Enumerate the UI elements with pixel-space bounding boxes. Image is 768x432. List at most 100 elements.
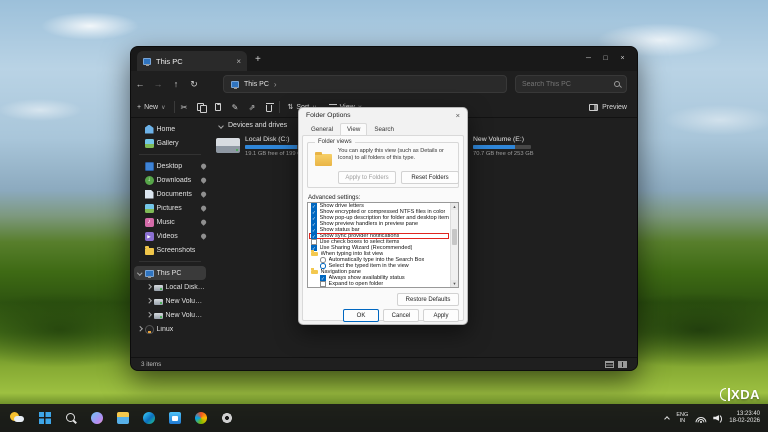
cut-icon: ✂: [180, 102, 188, 112]
toolbar-cut-button[interactable]: ✂: [177, 99, 192, 115]
scroll-down-icon[interactable]: ▼: [451, 280, 458, 287]
view-toggles: [605, 360, 627, 368]
sidebar-item-linux[interactable]: Linux: [131, 322, 209, 336]
sidebar-item-music[interactable]: Music: [131, 215, 209, 229]
tab-view[interactable]: View: [340, 123, 368, 135]
taskbar-photos-button[interactable]: [190, 407, 211, 429]
sidebar-item-pictures[interactable]: Pictures: [131, 201, 209, 215]
taskbar-search-button[interactable]: [60, 407, 81, 429]
sidebar-item-label: New Volume (D:): [165, 297, 206, 305]
taskbar-file-explorer-button[interactable]: [112, 407, 133, 429]
sidebar-item-new-volume-d[interactable]: New Volume (D:): [131, 294, 209, 308]
sidebar-item-videos[interactable]: Videos: [131, 229, 209, 243]
sidebar-item-documents[interactable]: Documents: [131, 187, 209, 201]
tab-close-icon[interactable]: ×: [236, 57, 241, 66]
details-view-icon[interactable]: [605, 360, 614, 368]
maximize-button[interactable]: □: [597, 50, 614, 67]
drive-tile-new-volume-e[interactable]: New Volume (E:) 70.7 GB free of 253 GB: [473, 136, 568, 157]
sidebar-item-label: Music: [156, 218, 175, 226]
settings-icon: [220, 412, 233, 424]
scroll-up-icon[interactable]: ▲: [451, 203, 458, 210]
titlebar[interactable]: This PC × + ─ □ ×: [131, 47, 637, 71]
preview-label: Preview: [602, 103, 627, 111]
radio-icon[interactable]: [320, 263, 326, 269]
wifi-icon[interactable]: [695, 414, 707, 423]
reset-folders-button[interactable]: Reset Folders: [401, 171, 459, 184]
checkbox-icon[interactable]: [311, 233, 317, 239]
sidebar-item-new-volume-e[interactable]: New Volume (E:): [131, 308, 209, 322]
tray-time: 13:23:40: [736, 411, 760, 417]
cancel-button[interactable]: Cancel: [383, 309, 419, 322]
dialog-titlebar[interactable]: Folder Options ×: [299, 108, 467, 123]
toolbar-paste-button[interactable]: [211, 99, 226, 115]
pin-icon: [199, 176, 206, 184]
new-tab-button[interactable]: +: [255, 53, 261, 67]
chevron-icon: [137, 270, 143, 276]
checkbox-icon[interactable]: [320, 275, 326, 281]
toolbar-share-button[interactable]: ⇗: [245, 99, 260, 115]
forward-button[interactable]: →: [149, 79, 167, 89]
checkbox-icon[interactable]: [311, 209, 317, 215]
back-button[interactable]: ←: [131, 79, 149, 89]
home-icon: [144, 124, 154, 134]
scrollbar[interactable]: ▲ ▼: [450, 203, 458, 287]
volume-icon[interactable]: [713, 414, 722, 422]
apply-button[interactable]: Apply: [423, 309, 459, 322]
toolbar-delete-button[interactable]: [262, 99, 277, 115]
checkbox-icon[interactable]: [311, 221, 317, 227]
toolbar-copy-button[interactable]: [194, 99, 209, 115]
taskbar-settings-button[interactable]: [216, 407, 237, 429]
sidebar-item-this-pc[interactable]: This PC: [134, 266, 206, 280]
new-button[interactable]: + New ∨: [131, 104, 172, 111]
items-count: 3 items: [141, 360, 162, 368]
search-input[interactable]: [522, 80, 614, 88]
tab-search[interactable]: Search: [367, 123, 401, 135]
scrollbar-thumb[interactable]: [452, 229, 457, 245]
checkbox-icon[interactable]: [311, 239, 317, 245]
refresh-button[interactable]: ↻: [185, 79, 203, 90]
taskbar-start-button[interactable]: [34, 407, 55, 429]
plus-icon: +: [137, 103, 142, 111]
new-label: New: [144, 103, 159, 111]
checkbox-icon[interactable]: [320, 281, 326, 287]
advanced-settings-label: Advanced settings:: [308, 194, 361, 201]
checkbox-icon[interactable]: [311, 215, 317, 221]
search-box[interactable]: [515, 75, 627, 93]
ok-button[interactable]: OK: [343, 309, 379, 322]
sort-icon: ⇅: [287, 104, 294, 111]
taskbar-store-button[interactable]: [164, 407, 185, 429]
folder-icon: [144, 245, 154, 255]
hidden-icons-chevron[interactable]: [664, 416, 671, 422]
explorer-tab[interactable]: This PC ×: [137, 51, 247, 71]
sidebar-item-downloads[interactable]: Downloads: [131, 173, 209, 187]
sidebar-item-local-disk-c[interactable]: Local Disk (C:): [131, 280, 209, 294]
sidebar-item-desktop[interactable]: Desktop: [131, 159, 209, 173]
apply-to-folders-button[interactable]: Apply to Folders: [338, 171, 396, 184]
up-button[interactable]: ↑: [167, 79, 185, 89]
checkbox-icon[interactable]: [311, 203, 317, 209]
drive-info: Local Disk (C:) 19.1 GB free of 199 GB: [245, 136, 306, 157]
widgets-button[interactable]: [4, 407, 30, 429]
address-bar[interactable]: This PC ›: [223, 75, 507, 93]
drive-tile-local-disk-c[interactable]: Local Disk (C:) 19.1 GB free of 199 GB: [216, 136, 311, 157]
sidebar-item-screenshots[interactable]: Screenshots: [131, 243, 209, 257]
delete-icon: [265, 102, 274, 112]
preview-toggle[interactable]: Preview: [579, 103, 637, 111]
toolbar-rename-button[interactable]: ✎: [228, 99, 243, 115]
separator: [173, 101, 175, 113]
close-button[interactable]: ×: [614, 50, 631, 67]
language-indicator[interactable]: ENG IN: [676, 412, 688, 424]
taskbar-copilot-button[interactable]: [86, 407, 107, 429]
setting-expand-to-open-folder[interactable]: Expand to open folder: [309, 281, 449, 287]
thumbnail-view-icon[interactable]: [618, 360, 627, 368]
taskbar-edge-button[interactable]: [138, 407, 159, 429]
restore-defaults-button[interactable]: Restore Defaults: [397, 293, 459, 306]
checkbox-icon[interactable]: [311, 227, 317, 233]
sidebar-item-gallery[interactable]: Gallery: [131, 136, 209, 150]
radio-icon[interactable]: [320, 257, 326, 263]
minimize-button[interactable]: ─: [580, 50, 597, 67]
dialog-close-icon[interactable]: ×: [456, 111, 460, 120]
sidebar-item-home[interactable]: Home: [131, 122, 209, 136]
tab-general[interactable]: General: [304, 123, 340, 135]
clock[interactable]: 13:23:40 18-02-2026: [729, 411, 760, 425]
